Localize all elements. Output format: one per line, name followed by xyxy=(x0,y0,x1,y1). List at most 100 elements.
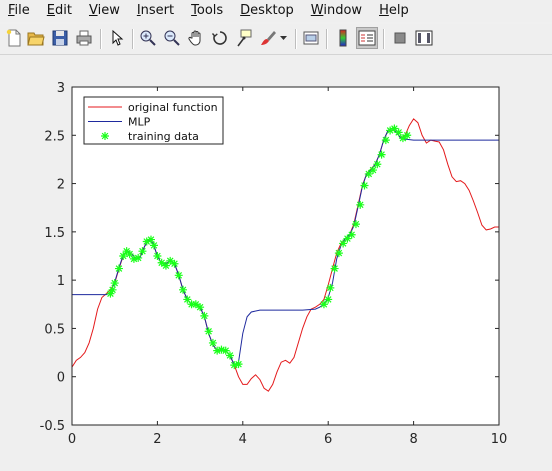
new-file-button[interactable] xyxy=(3,27,25,49)
y-tick-label: 0.5 xyxy=(44,322,65,337)
data-point xyxy=(347,230,356,239)
legend-marker-sample xyxy=(101,132,109,140)
data-point xyxy=(108,285,117,294)
menu-insert[interactable]: Insert xyxy=(129,0,183,22)
zoom-out-icon xyxy=(164,30,180,46)
pan-hand-icon xyxy=(188,30,201,46)
insert-legend-button[interactable] xyxy=(356,27,378,49)
colorbar-icon xyxy=(339,29,347,47)
print-icon xyxy=(76,30,92,46)
save-icon xyxy=(52,30,68,46)
legend-entry-label: training data xyxy=(128,130,199,143)
edit-plot-button[interactable] xyxy=(106,27,128,49)
brush-dropdown-icon xyxy=(280,36,287,40)
data-point xyxy=(373,160,382,169)
open-button[interactable] xyxy=(25,27,47,49)
figure-canvas: 0 2 4 6 8 10 -0.5 0 0.5 1 1.5 2 2.5 3 original functi… xyxy=(0,55,552,471)
print-button[interactable] xyxy=(73,27,95,49)
data-cursor-button[interactable] xyxy=(233,27,255,49)
link-plot-icon xyxy=(303,31,319,45)
figure-toolbar xyxy=(0,24,552,55)
data-point xyxy=(360,181,369,190)
x-tick-label: 2 xyxy=(153,432,161,447)
y-tick-label: 3 xyxy=(57,81,65,96)
data-point xyxy=(234,360,243,369)
menu-accelerator: W xyxy=(310,3,324,18)
menu-label: iew xyxy=(97,3,120,18)
y-tick-label: 0 xyxy=(57,371,65,386)
menu-label: elp xyxy=(388,3,409,18)
legend-entry-label: original function xyxy=(128,101,218,114)
data-point xyxy=(208,338,217,347)
open-folder-icon xyxy=(27,32,45,46)
brush-icon xyxy=(261,31,276,45)
data-point xyxy=(138,247,147,256)
data-point xyxy=(381,136,390,145)
menu-label: ile xyxy=(14,3,30,18)
data-point xyxy=(334,249,343,258)
data-point xyxy=(394,128,403,137)
menu-help[interactable]: Help xyxy=(371,0,418,22)
menu-edit[interactable]: Edit xyxy=(39,0,81,22)
menu-accelerator: D xyxy=(240,3,251,18)
zoom-out-button[interactable] xyxy=(161,27,183,49)
show-plot-tools-button[interactable] xyxy=(413,27,435,49)
data-point xyxy=(356,200,365,209)
data-point xyxy=(114,264,123,273)
legend[interactable]: original function MLPtraining data xyxy=(83,96,224,145)
menu-label: dit xyxy=(55,3,72,18)
brush-dropdown-button[interactable] xyxy=(278,27,290,49)
y-tick-label: 1 xyxy=(57,274,65,289)
x-tick-label: 10 xyxy=(491,432,508,447)
data-point xyxy=(149,241,158,250)
menu-desktop[interactable]: Desktop xyxy=(232,0,303,22)
menu-label: ools xyxy=(196,3,224,18)
data-point xyxy=(377,150,386,159)
y-tick-label: 2 xyxy=(57,178,65,193)
data-cursor-icon xyxy=(237,29,252,47)
pan-button[interactable] xyxy=(185,27,207,49)
menu-label: nsert xyxy=(140,3,175,18)
menu-tools[interactable]: Tools xyxy=(183,0,232,22)
insert-colorbar-button[interactable] xyxy=(332,27,354,49)
rotate-3d-button[interactable] xyxy=(209,27,231,49)
data-point xyxy=(330,264,339,273)
menu-view[interactable]: View xyxy=(81,0,129,22)
brush-button[interactable] xyxy=(257,27,279,49)
new-file-icon xyxy=(6,29,21,47)
x-tick-label: 0 xyxy=(68,432,76,447)
zoom-in-button[interactable] xyxy=(137,27,159,49)
menu-label: esktop xyxy=(250,3,294,18)
line-chart: 0 2 4 6 8 10-0.500.511.522.53 original functi… xyxy=(40,81,508,447)
y-tick-label: -0.5 xyxy=(40,419,65,434)
menubar: File Edit View Insert Tools Desktop Window Help xyxy=(0,0,552,22)
data-point xyxy=(403,131,412,140)
data-point xyxy=(196,303,205,312)
legend-entry-label: MLP xyxy=(128,116,151,129)
data-point xyxy=(324,295,333,304)
data-point xyxy=(225,351,234,360)
menu-accelerator: E xyxy=(46,3,55,18)
data-point xyxy=(200,311,209,320)
menu-window[interactable]: Window xyxy=(303,0,371,22)
menu-file[interactable]: File xyxy=(0,0,39,22)
x-tick-label: 8 xyxy=(409,432,417,447)
menu-accelerator: V xyxy=(88,3,98,18)
x-tick-label: 6 xyxy=(324,432,332,447)
data-point xyxy=(179,285,188,294)
data-point xyxy=(174,271,183,280)
data-point xyxy=(170,259,179,268)
rotate-3d-icon xyxy=(211,31,227,45)
data-point xyxy=(326,283,335,292)
data-point xyxy=(204,327,213,336)
save-button[interactable] xyxy=(49,27,71,49)
legend-icon xyxy=(358,30,376,46)
data-point xyxy=(369,166,378,175)
hide-plot-tools-button[interactable] xyxy=(389,27,411,49)
data-point xyxy=(134,253,143,262)
x-tick-label: 4 xyxy=(239,432,247,447)
link-plot-button[interactable] xyxy=(300,27,322,49)
data-point xyxy=(153,252,162,260)
data-point xyxy=(119,252,128,260)
y-tick-label: 1.5 xyxy=(44,226,65,241)
